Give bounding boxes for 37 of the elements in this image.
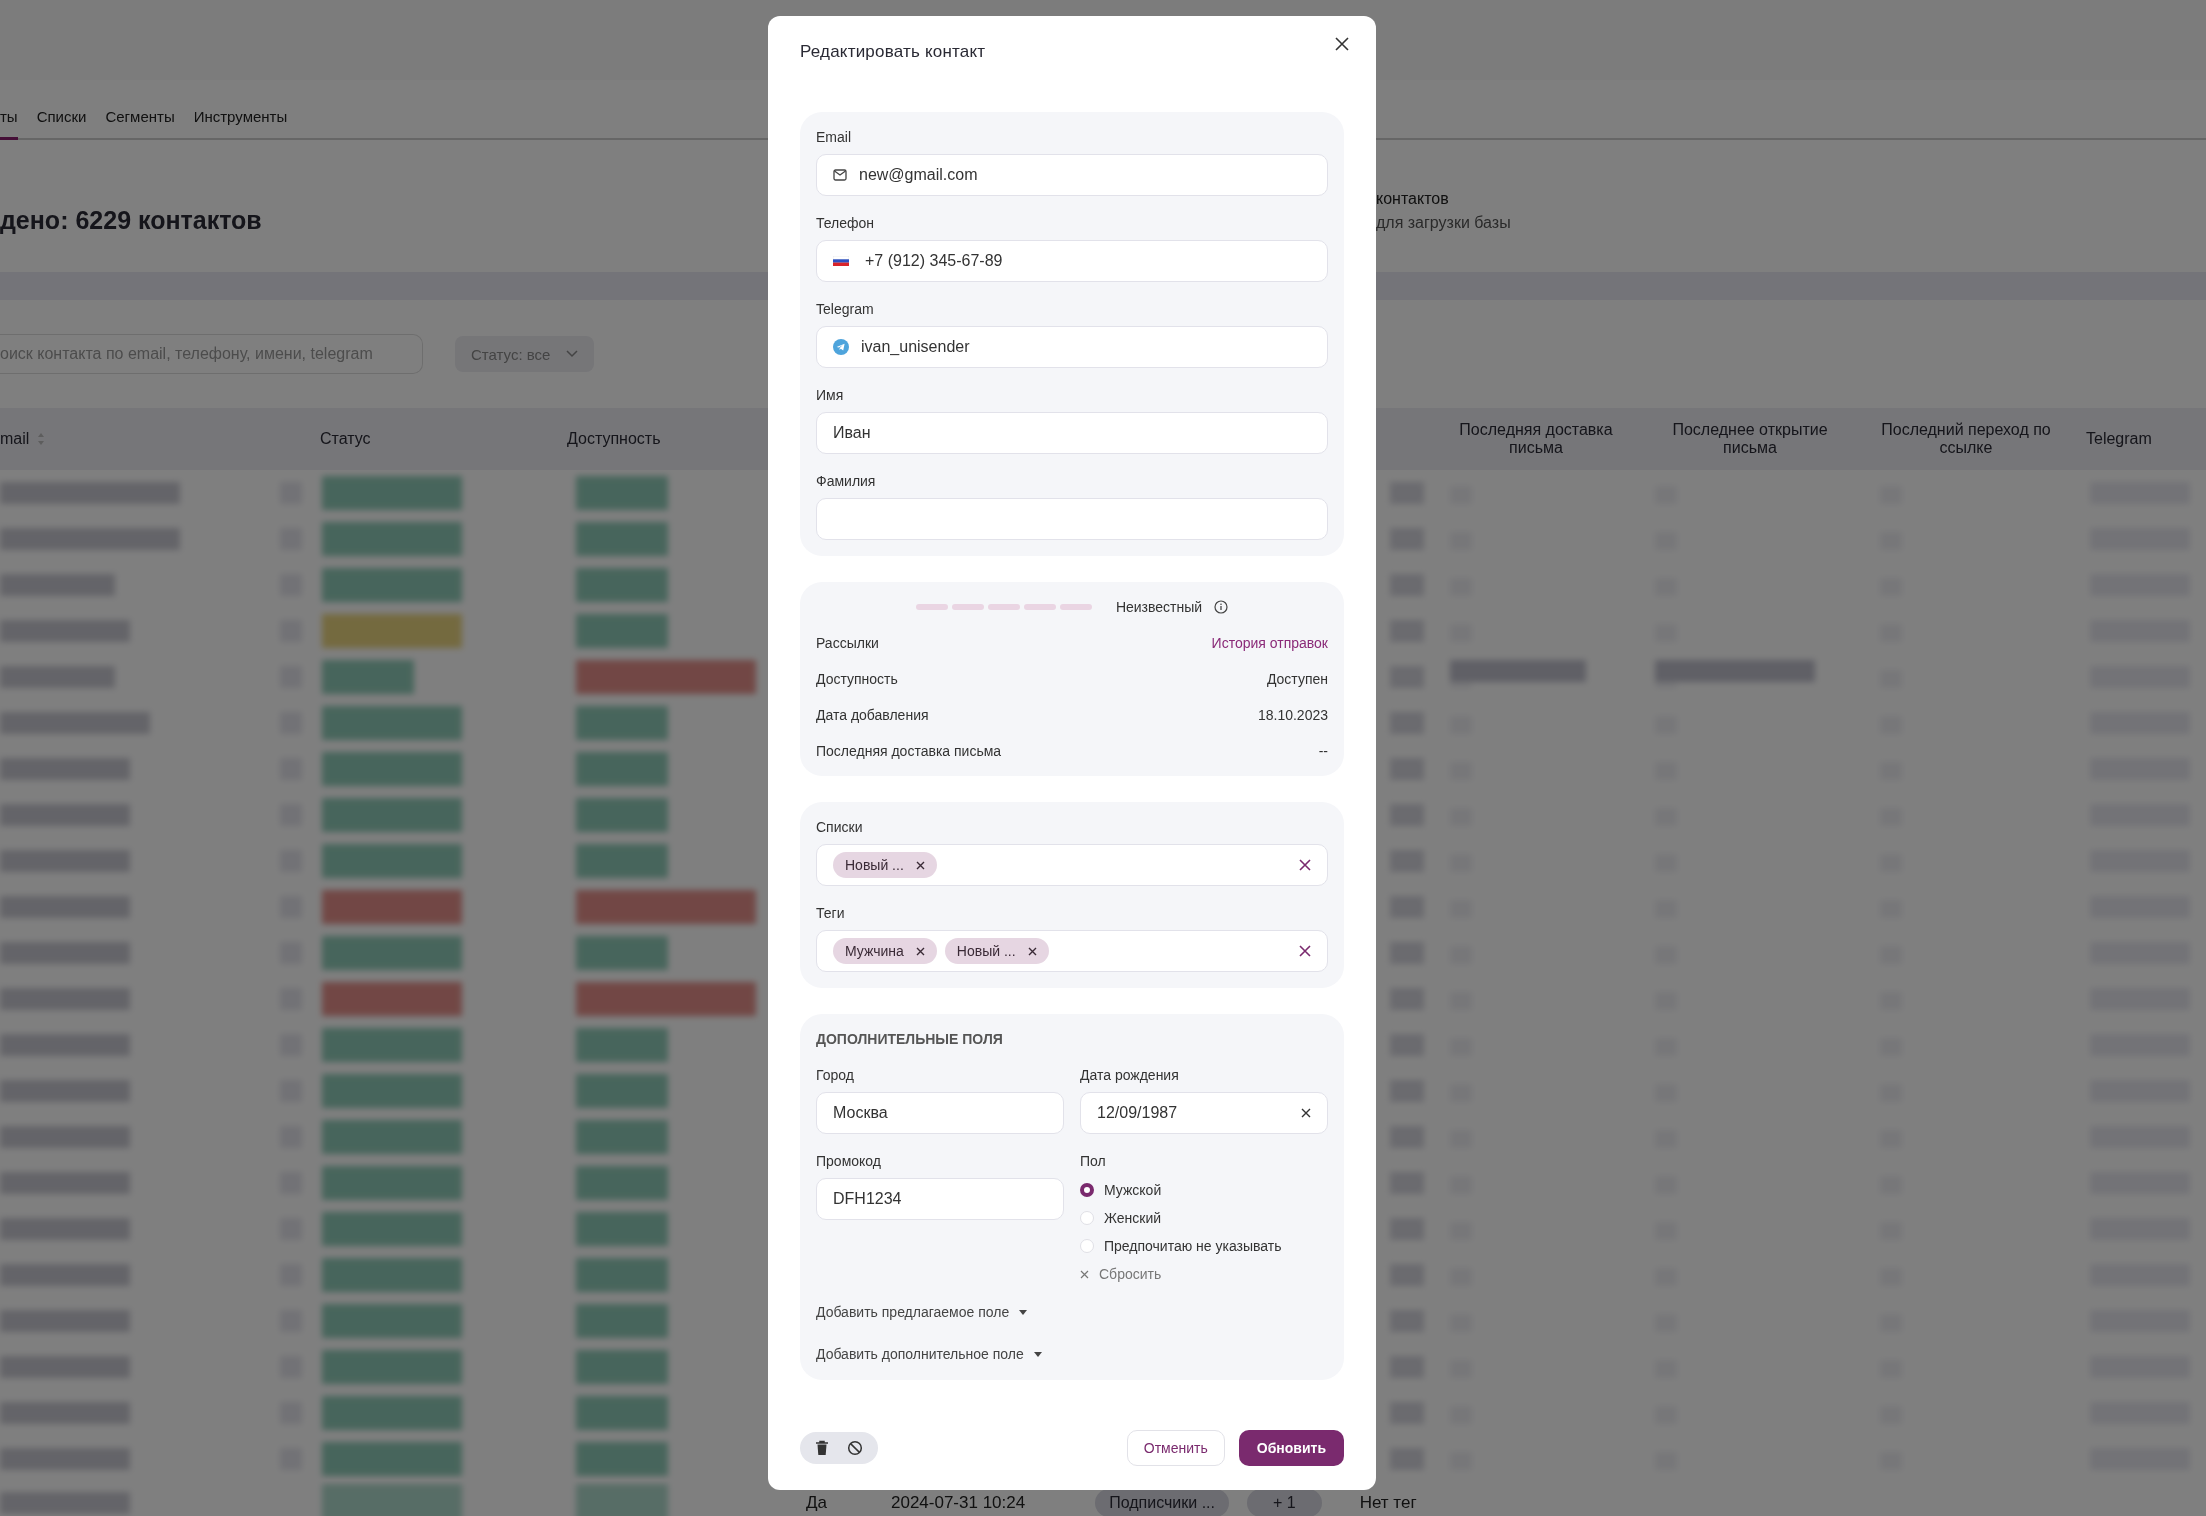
- mail-icon: [833, 169, 847, 181]
- nav-tab[interactable]: Списки: [36, 108, 87, 140]
- input-field[interactable]: new@gmail.com: [816, 154, 1328, 196]
- field-value: new@gmail.com: [859, 166, 978, 184]
- more-tag: + 1: [1247, 1489, 1322, 1516]
- import-hint-text: для загрузки базы: [1376, 214, 1512, 232]
- column-header: Telegram: [2086, 430, 2152, 448]
- table-cell: Да: [806, 1493, 827, 1513]
- field-value: ivan_unisender: [861, 338, 970, 356]
- flag-icon: [833, 256, 849, 266]
- column-header: Доступность: [567, 430, 661, 448]
- field-label: Telegram: [816, 300, 875, 318]
- telegram-icon: [833, 339, 849, 355]
- import-hint-title: контактов: [1376, 190, 1450, 208]
- field-label: Имя: [816, 386, 845, 404]
- column-header: Статус: [320, 430, 371, 448]
- field-label: Email: [816, 128, 852, 146]
- dialog-title: Редактировать контакт: [800, 42, 986, 62]
- page-heading: дено: 6229 контактов: [0, 206, 262, 236]
- nav-tab[interactable]: ты: [0, 108, 18, 140]
- list-tag: Подписчики ...: [1095, 1489, 1229, 1516]
- column-header: Последний переход по ссылке: [1880, 421, 2052, 457]
- field-value: Иван: [833, 424, 871, 442]
- field-label: Телефон: [816, 214, 876, 232]
- nav-tab[interactable]: Инструменты: [193, 108, 288, 140]
- column-header: mail: [0, 430, 30, 448]
- input-field[interactable]: +7 (912) 345-67-89: [816, 240, 1328, 282]
- close-icon[interactable]: [1334, 36, 1350, 52]
- input-field[interactable]: ivan_unisender: [816, 326, 1328, 368]
- column-header: Последнее открытие письма: [1671, 421, 1829, 457]
- table-cell: 2024-07-31 10:24: [890, 1493, 1026, 1513]
- table-cell: Нет тег: [1359, 1493, 1417, 1513]
- field-value: +7 (912) 345-67-89: [865, 252, 1003, 270]
- nav-tab[interactable]: Сегменты: [105, 108, 175, 140]
- input-field[interactable]: Иван: [816, 412, 1328, 454]
- column-header: Последняя доставка письма: [1458, 421, 1614, 457]
- chevron-down-icon: [566, 350, 579, 358]
